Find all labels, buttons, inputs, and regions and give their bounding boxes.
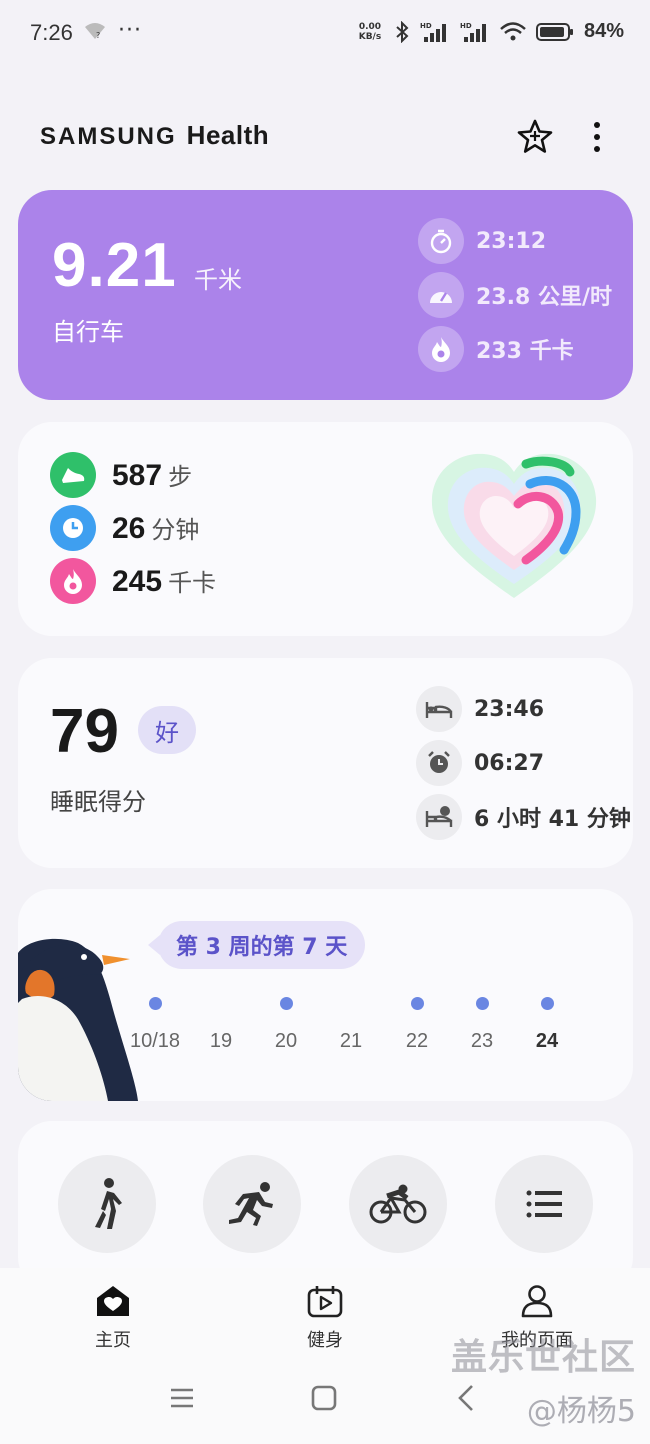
home-heart-icon: [97, 1286, 129, 1316]
status-time: 7:26: [30, 20, 73, 45]
day-complete-dot: [475, 997, 489, 1010]
day-label: 24: [535, 1030, 559, 1052]
run-shortcut-button[interactable]: [203, 1155, 301, 1253]
wake-row: 06:27: [416, 740, 544, 786]
app-bar: SAMSUNG Health: [0, 100, 650, 172]
calories-row: 245 千卡: [50, 558, 216, 604]
workout-type: 自行车: [52, 318, 124, 346]
net-speed: 0.00 KB/s: [358, 21, 382, 42]
status-bar: 7:26 ? ··· 0.00 KB/s HD HD 84%: [0, 0, 650, 66]
bottom-navigation: 主页 健身 我的页面 盖乐世社区 @杨杨5: [0, 1268, 650, 1444]
day-empty-dot: [345, 997, 358, 1010]
week-day: 20: [258, 997, 314, 1053]
penguin-illustration: [18, 938, 138, 1101]
day-label: 22: [405, 1030, 429, 1052]
battery-percent: 84%: [583, 20, 624, 42]
daily-activity-card[interactable]: 587 步 26 分钟 245 千卡: [18, 422, 633, 636]
calories-row: 233 千卡: [418, 326, 574, 372]
day-label: 23: [470, 1030, 494, 1052]
flame-icon: [418, 326, 464, 372]
more-options-icon[interactable]: [585, 118, 609, 156]
bluetooth-icon: [396, 20, 409, 43]
wifi-question-icon: ?: [85, 23, 105, 40]
day-label: 10/18: [129, 1030, 181, 1052]
recent-apps-icon[interactable]: [162, 1378, 202, 1418]
day-complete-dot: [410, 997, 424, 1010]
week-progress-bubble: 第 3 周的第 7 天: [147, 921, 366, 969]
distance-value: 9.21: [52, 231, 177, 300]
walk-icon: [95, 1178, 122, 1229]
day-complete-dot: [279, 997, 293, 1010]
week-day: 21: [323, 997, 379, 1053]
watermark-handle: @杨杨5: [526, 1394, 636, 1429]
sleep-rating-badge: 好: [138, 706, 196, 754]
watermark-title: 盖乐世社区: [450, 1337, 636, 1378]
svg-text:HD: HD: [460, 22, 472, 30]
sleep-duration-row: 6 小时 41 分钟: [416, 794, 633, 840]
week-day: 10/18: [127, 997, 183, 1053]
signal-hd-icon: HD: [420, 22, 446, 42]
day-label: 21: [339, 1030, 363, 1052]
sleep-card[interactable]: 79 好 睡眠得分 23:46 06:27 6 小时 41 分钟: [18, 658, 633, 868]
wifi-icon: [500, 21, 526, 40]
flame-icon: [50, 558, 96, 604]
shoe-icon: [50, 452, 96, 498]
app-title: SAMSUNG Health: [40, 120, 270, 150]
stopwatch-icon: [418, 218, 464, 264]
week-day: 24: [519, 997, 575, 1053]
day-empty-dot: [215, 997, 228, 1010]
sleep-score: 79: [50, 697, 119, 766]
activity-heart-rings-icon: [431, 453, 597, 598]
duration-row: 23:12: [418, 218, 546, 264]
bed-clock-icon: [416, 794, 462, 840]
favorite-star-icon[interactable]: [516, 118, 554, 156]
back-icon[interactable]: [446, 1378, 486, 1418]
day-label: 19: [209, 1030, 233, 1052]
battery-icon: [535, 22, 573, 41]
alarm-clock-icon: [416, 740, 462, 786]
fitness-play-icon: [307, 1286, 343, 1318]
day-complete-dot: [540, 997, 554, 1010]
more-workouts-button[interactable]: [495, 1155, 593, 1253]
nav-fitness[interactable]: 健身: [270, 1284, 380, 1352]
run-icon: [229, 1182, 273, 1226]
day-label: 20: [274, 1030, 298, 1052]
steps-row: 587 步: [50, 452, 192, 498]
sleep-score-label: 睡眠得分: [50, 788, 146, 816]
workout-shortcuts-card: [18, 1121, 633, 1291]
status-more: ···: [118, 18, 142, 43]
cycling-workout-card[interactable]: 9.21 千米 自行车 23:12 23.8 公里/时 233 千卡: [18, 190, 633, 400]
weekly-challenge-card[interactable]: 第 3 周的第 7 天 10/18 19 20 21 22 23 24: [18, 889, 633, 1101]
week-day: 19: [193, 997, 249, 1053]
active-time-row: 26 分钟: [50, 505, 199, 551]
bike-shortcut-button[interactable]: [349, 1155, 447, 1253]
signal-hd-icon-2: HD: [460, 22, 486, 42]
bedtime-row: 23:46: [416, 686, 544, 732]
person-icon: [521, 1285, 553, 1318]
bike-icon: [369, 1184, 427, 1224]
week-day: 23: [454, 997, 510, 1053]
bed-icon: [416, 686, 462, 732]
nav-home[interactable]: 主页: [58, 1284, 168, 1352]
walk-shortcut-button[interactable]: [58, 1155, 156, 1253]
week-day: 22: [389, 997, 445, 1053]
speed-row: 23.8 公里/时: [418, 272, 612, 318]
speedometer-icon: [418, 272, 464, 318]
list-icon: [526, 1190, 562, 1218]
clock-icon: [50, 505, 96, 551]
distance-unit: 千米: [194, 266, 242, 294]
day-complete-dot: [148, 997, 162, 1010]
home-button-icon[interactable]: [304, 1378, 344, 1418]
svg-text:?: ?: [96, 31, 100, 40]
svg-text:HD: HD: [420, 22, 432, 30]
